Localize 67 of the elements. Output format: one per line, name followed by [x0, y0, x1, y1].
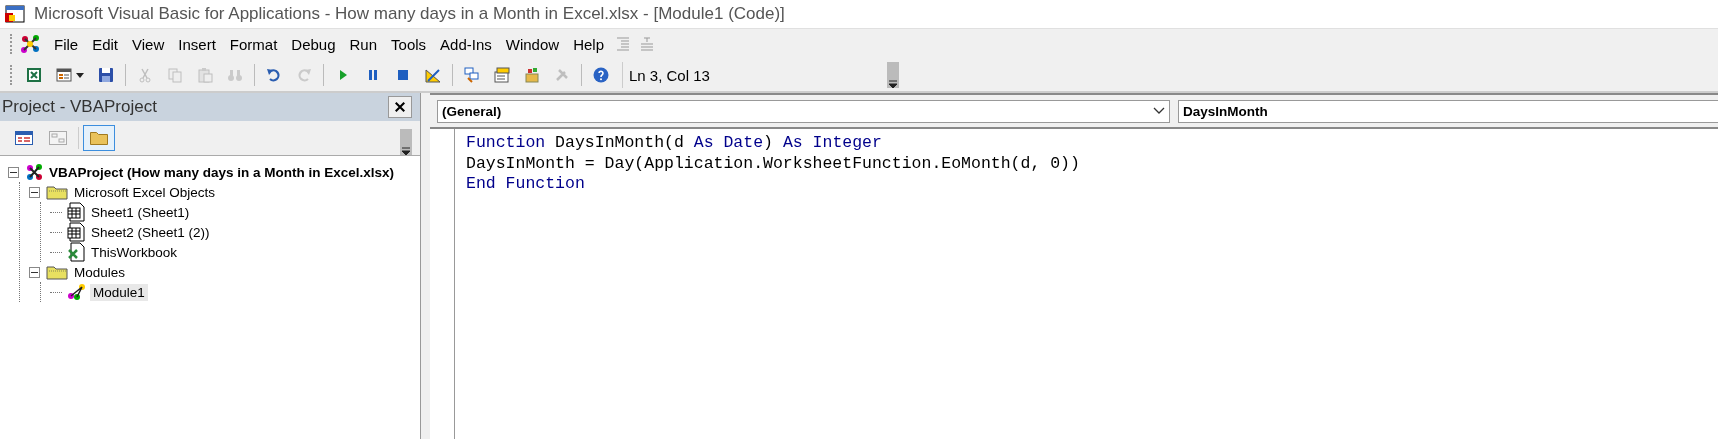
code-line: DaysInMonth = Day(Application.WorksheetFunction.EoMonth(d, 0)) [466, 153, 1080, 174]
triangle-ruler-icon [425, 67, 441, 83]
excel-icon [26, 67, 42, 83]
clipboard-icon [197, 67, 213, 83]
overflow-button[interactable] [887, 62, 899, 88]
view-code-icon [15, 131, 33, 145]
tree-item[interactable]: Module1 [90, 283, 148, 301]
collapse-icon[interactable] [29, 186, 40, 198]
collapse-icon[interactable] [29, 266, 40, 278]
tree-item[interactable]: Microsoft Excel Objects [71, 183, 219, 201]
tree-item[interactable]: VBAProject (How many days in a Month in Excel.xlsx) [46, 163, 398, 181]
menu-item[interactable]: File [47, 32, 86, 56]
spreadsheet-icon [67, 202, 85, 222]
menu-item[interactable]: Insert [171, 32, 223, 56]
chevron-icon [1153, 107, 1165, 115]
window-title: Microsoft Visual Basic for Applications - How many days in a Month in Excel.xlsx - [Module1 (Code)] [34, 4, 785, 24]
tools-icon [554, 67, 570, 83]
close-button[interactable] [388, 96, 412, 118]
menu-item[interactable]: View [125, 32, 172, 56]
scissors-icon [137, 67, 153, 83]
menu-item[interactable]: Window [498, 32, 567, 56]
outdent-icon [638, 35, 656, 53]
close-icon [395, 100, 405, 114]
project-explorer-icon [464, 67, 480, 83]
caret-icon [76, 72, 84, 78]
save-icon [98, 67, 114, 83]
folder-icon [90, 131, 108, 145]
properties-icon [494, 67, 510, 83]
redo-icon [296, 67, 312, 83]
app-icon [4, 3, 26, 25]
menu-item[interactable]: Add-Ins [433, 32, 499, 56]
procedure-dropdown[interactable]: DaysInMonth [1178, 99, 1718, 123]
toggle-folders-button[interactable] [83, 125, 115, 151]
menu-item[interactable]: Run [342, 32, 385, 56]
help-icon [593, 67, 609, 83]
module-icon [67, 283, 87, 301]
vba-icon [25, 163, 43, 181]
copy-icon [167, 67, 183, 83]
overflow-button[interactable] [400, 129, 412, 155]
undo-icon [266, 67, 282, 83]
tree-item[interactable]: Sheet1 (Sheet1) [88, 203, 193, 221]
folder-icon [46, 264, 68, 280]
cursor-position: Ln 3, Col 13 [629, 66, 710, 84]
collapse-icon[interactable] [8, 166, 19, 178]
pane-title: Project - VBAProject [2, 97, 157, 117]
menu-item[interactable]: Debug [284, 32, 343, 56]
menu-item[interactable]: Help [566, 32, 611, 56]
tree-item[interactable]: Modules [71, 263, 129, 281]
object-browser-icon [524, 67, 540, 83]
spreadsheet-icon [67, 222, 85, 242]
binoculars-icon [227, 67, 243, 83]
tree-item[interactable]: ThisWorkbook [88, 243, 181, 261]
code-line: Function DaysInMonth(d As Date) As Integer [466, 133, 883, 154]
object-dropdown[interactable]: (General) [437, 99, 1170, 123]
code-line: End Function [466, 174, 586, 195]
menu-item[interactable]: Format [222, 32, 285, 56]
indent-icon [614, 35, 632, 53]
view-object-icon [49, 131, 67, 145]
form-icon [56, 67, 72, 83]
stop-icon [395, 67, 411, 83]
tree-item[interactable]: Sheet2 (Sheet1 (2)) [88, 223, 213, 241]
excel-file-icon [67, 242, 85, 262]
menu-item[interactable]: Tools [384, 32, 434, 56]
caret-icon [402, 147, 410, 155]
menu-item[interactable]: Edit [85, 32, 126, 56]
folder-icon [46, 184, 68, 200]
caret-icon [889, 80, 897, 88]
